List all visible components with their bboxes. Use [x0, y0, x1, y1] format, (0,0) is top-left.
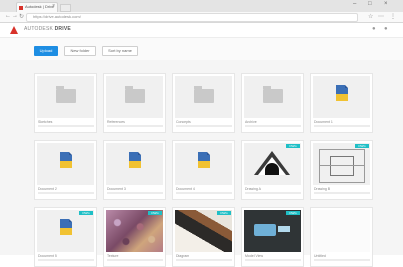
product-name: DRIVE [54, 26, 71, 32]
file-meta [107, 259, 163, 261]
favicon-icon [19, 6, 23, 10]
file-meta [176, 259, 232, 261]
file-label: Drawing A [245, 187, 261, 191]
sort-button[interactable]: Sort by name [102, 46, 138, 56]
file-meta [314, 125, 370, 127]
address-bar: ← → ↻ https://drive.autodesk.com/ ☆ ⋯ ⋮ [0, 12, 403, 23]
file-label: Archive [245, 120, 257, 124]
file-meta [176, 125, 232, 127]
folder-icon [125, 86, 145, 103]
new-folder-button[interactable]: New folder [64, 46, 96, 56]
document-icon [60, 219, 72, 235]
file-type-badge: DWG [286, 211, 300, 215]
url-field[interactable]: https://drive.autodesk.com/ [26, 13, 358, 22]
extensions-icon[interactable]: ⋯ [378, 13, 384, 20]
file-type-badge: DWG [148, 211, 162, 215]
file-meta [245, 192, 301, 194]
reload-icon[interactable]: ↻ [19, 13, 24, 20]
browser-window: Autodesk | Drive × – □ × ← → ↻ https://d… [0, 0, 403, 267]
folder-icon [194, 86, 214, 103]
file-card[interactable]: DWG Drawing B [310, 140, 373, 200]
app-header: AUTODESK DRIVE ● ● [0, 23, 403, 38]
file-grid: Sketches References Concepts Archive Doc [0, 60, 403, 267]
close-icon[interactable]: × [52, 3, 55, 9]
file-type-badge: DWG [355, 144, 369, 148]
technical-drawing-thumbnail [319, 149, 365, 183]
file-card[interactable]: References [103, 73, 166, 133]
file-label: Concepts [176, 120, 191, 124]
file-card[interactable]: Archive [241, 73, 304, 133]
document-icon [129, 152, 141, 168]
texture-thumbnail [106, 210, 163, 252]
brand-name: AUTODESK [24, 26, 54, 32]
file-label: Document 1 [314, 120, 333, 124]
file-meta [314, 259, 370, 261]
file-meta [245, 259, 301, 261]
upload-button[interactable]: Upload [34, 46, 58, 56]
file-label: Document 4 [176, 187, 195, 191]
file-card[interactable]: DWG Texture [103, 207, 166, 267]
tab-title: Autodesk | Drive [25, 4, 55, 9]
file-card[interactable]: Sketches [34, 73, 97, 133]
file-card[interactable]: Document 3 [103, 140, 166, 200]
file-meta [107, 192, 163, 194]
diagram-thumbnail [175, 210, 232, 252]
document-icon [60, 152, 72, 168]
page: Autodesk | Drive × – □ × ← → ↻ https://d… [0, 0, 403, 267]
close-window-icon[interactable]: × [384, 1, 388, 7]
folder-icon [263, 86, 283, 103]
autodesk-logo-icon [10, 26, 18, 34]
minimize-icon[interactable]: – [353, 1, 356, 7]
brand: AUTODESK DRIVE [24, 26, 71, 32]
file-label: Document 2 [38, 187, 57, 191]
file-card[interactable]: Document 1 [310, 73, 373, 133]
star-icon[interactable]: ☆ [368, 13, 373, 20]
file-card[interactable]: Document 4 [172, 140, 235, 200]
document-icon [198, 152, 210, 168]
url-text: https://drive.autodesk.com/ [33, 14, 81, 19]
file-label: References [107, 120, 125, 124]
toolbar: Upload New folder Sort by name [0, 38, 403, 60]
file-card[interactable]: DWG Drawing A [241, 140, 304, 200]
forward-icon[interactable]: → [12, 13, 18, 19]
file-card[interactable]: DWG Model View [241, 207, 304, 267]
menu-icon[interactable]: ⋮ [390, 13, 396, 20]
file-card[interactable]: DWG Document 5 [34, 207, 97, 267]
file-label: Drawing B [314, 187, 331, 191]
file-meta [38, 125, 94, 127]
model-thumbnail [244, 210, 301, 252]
file-meta [176, 192, 232, 194]
settings-icon[interactable]: ● [372, 26, 376, 32]
file-meta [245, 125, 301, 127]
back-icon[interactable]: ← [5, 13, 11, 19]
file-meta [38, 259, 94, 261]
new-tab-button[interactable] [60, 4, 71, 12]
file-type-badge: DWG [217, 211, 231, 215]
file-card[interactable]: Untitled [310, 207, 373, 267]
file-type-badge: DWG [286, 144, 300, 148]
folder-icon [56, 86, 76, 103]
maximize-icon[interactable]: □ [368, 1, 372, 7]
tab-bar: Autodesk | Drive × – □ × [0, 0, 403, 13]
file-label: Sketches [38, 120, 53, 124]
file-label: Document 3 [107, 187, 126, 191]
file-card[interactable]: DWG Diagram [172, 207, 235, 267]
file-meta [107, 125, 163, 127]
file-meta [314, 192, 370, 194]
file-type-badge: DWG [79, 211, 93, 215]
user-icon[interactable]: ● [384, 26, 388, 32]
file-meta [38, 192, 94, 194]
file-card[interactable]: Document 2 [34, 140, 97, 200]
file-card[interactable]: Concepts [172, 73, 235, 133]
document-icon [336, 85, 348, 101]
